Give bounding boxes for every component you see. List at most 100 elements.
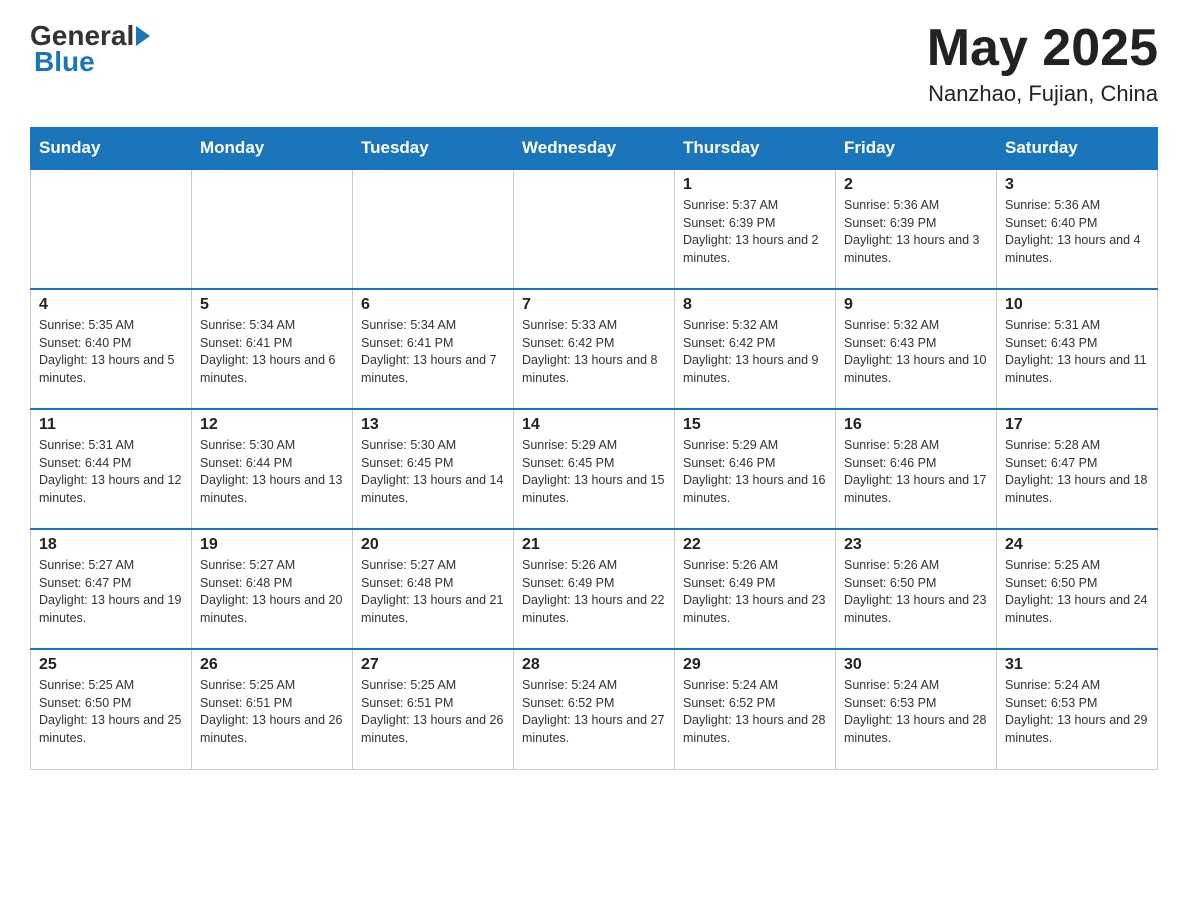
day-info: Sunrise: 5:28 AM Sunset: 6:46 PM Dayligh…	[844, 437, 988, 507]
day-number: 21	[522, 536, 666, 554]
location-subtitle: Nanzhao, Fujian, China	[927, 81, 1158, 107]
calendar-cell: 25 Sunrise: 5:25 AM Sunset: 6:50 PM Dayli…	[31, 649, 192, 769]
day-info: Sunrise: 5:27 AM Sunset: 6:48 PM Dayligh…	[200, 557, 344, 627]
calendar-cell: 18 Sunrise: 5:27 AM Sunset: 6:47 PM Dayli…	[31, 529, 192, 649]
day-info: Sunrise: 5:25 AM Sunset: 6:51 PM Dayligh…	[200, 677, 344, 747]
calendar-week-row: 25 Sunrise: 5:25 AM Sunset: 6:50 PM Dayli…	[31, 649, 1158, 769]
day-number: 18	[39, 536, 183, 554]
calendar-header: SundayMondayTuesdayWednesdayThursdayFrid…	[31, 128, 1158, 170]
logo: General Blue	[30, 20, 152, 78]
calendar-cell: 1 Sunrise: 5:37 AM Sunset: 6:39 PM Daylig…	[675, 169, 836, 289]
calendar-week-row: 4Sunrise: 5:35 AM Sunset: 6:40 PM Daylig…	[31, 289, 1158, 409]
day-info: Sunrise: 5:24 AM Sunset: 6:53 PM Dayligh…	[844, 677, 988, 747]
day-info: Sunrise: 5:36 AM Sunset: 6:39 PM Dayligh…	[844, 197, 988, 267]
day-info: Sunrise: 5:31 AM Sunset: 6:44 PM Dayligh…	[39, 437, 183, 507]
calendar-cell: 3 Sunrise: 5:36 AM Sunset: 6:40 PM Daylig…	[997, 169, 1158, 289]
day-number: 17	[1005, 416, 1149, 434]
day-number: 10	[1005, 296, 1149, 314]
header-cell-thursday: Thursday	[675, 128, 836, 170]
day-info: Sunrise: 5:26 AM Sunset: 6:49 PM Dayligh…	[522, 557, 666, 627]
day-number: 25	[39, 656, 183, 674]
day-info: Sunrise: 5:29 AM Sunset: 6:46 PM Dayligh…	[683, 437, 827, 507]
calendar-cell: 27 Sunrise: 5:25 AM Sunset: 6:51 PM Dayli…	[353, 649, 514, 769]
day-info: Sunrise: 5:24 AM Sunset: 6:52 PM Dayligh…	[522, 677, 666, 747]
day-number: 26	[200, 656, 344, 674]
calendar-body: 1 Sunrise: 5:37 AM Sunset: 6:39 PM Daylig…	[31, 169, 1158, 769]
header-cell-sunday: Sunday	[31, 128, 192, 170]
day-number: 23	[844, 536, 988, 554]
calendar-cell: 9Sunrise: 5:32 AM Sunset: 6:43 PM Daylig…	[836, 289, 997, 409]
calendar-week-row: 11 Sunrise: 5:31 AM Sunset: 6:44 PM Dayli…	[31, 409, 1158, 529]
header-cell-saturday: Saturday	[997, 128, 1158, 170]
calendar-cell: 20Sunrise: 5:27 AM Sunset: 6:48 PM Dayli…	[353, 529, 514, 649]
calendar-cell: 2 Sunrise: 5:36 AM Sunset: 6:39 PM Daylig…	[836, 169, 997, 289]
calendar-cell: 11 Sunrise: 5:31 AM Sunset: 6:44 PM Dayli…	[31, 409, 192, 529]
day-info: Sunrise: 5:25 AM Sunset: 6:50 PM Dayligh…	[1005, 557, 1149, 627]
day-number: 3	[1005, 176, 1149, 194]
day-number: 19	[200, 536, 344, 554]
day-info: Sunrise: 5:24 AM Sunset: 6:53 PM Dayligh…	[1005, 677, 1149, 747]
day-number: 1	[683, 176, 827, 194]
calendar-cell: 15 Sunrise: 5:29 AM Sunset: 6:46 PM Dayli…	[675, 409, 836, 529]
day-info: Sunrise: 5:36 AM Sunset: 6:40 PM Dayligh…	[1005, 197, 1149, 267]
header-cell-wednesday: Wednesday	[514, 128, 675, 170]
day-info: Sunrise: 5:30 AM Sunset: 6:44 PM Dayligh…	[200, 437, 344, 507]
day-info: Sunrise: 5:32 AM Sunset: 6:42 PM Dayligh…	[683, 317, 827, 387]
calendar-cell: 29 Sunrise: 5:24 AM Sunset: 6:52 PM Dayli…	[675, 649, 836, 769]
calendar-cell	[192, 169, 353, 289]
day-number: 7	[522, 296, 666, 314]
day-number: 11	[39, 416, 183, 434]
calendar-cell	[31, 169, 192, 289]
header-cell-friday: Friday	[836, 128, 997, 170]
day-number: 2	[844, 176, 988, 194]
day-number: 22	[683, 536, 827, 554]
page-header: General Blue May 2025 Nanzhao, Fujian, C…	[30, 20, 1158, 107]
day-number: 15	[683, 416, 827, 434]
day-info: Sunrise: 5:24 AM Sunset: 6:52 PM Dayligh…	[683, 677, 827, 747]
calendar-cell	[514, 169, 675, 289]
calendar-cell: 19 Sunrise: 5:27 AM Sunset: 6:48 PM Dayli…	[192, 529, 353, 649]
day-number: 5	[200, 296, 344, 314]
day-number: 14	[522, 416, 666, 434]
calendar-cell: 4Sunrise: 5:35 AM Sunset: 6:40 PM Daylig…	[31, 289, 192, 409]
day-info: Sunrise: 5:34 AM Sunset: 6:41 PM Dayligh…	[200, 317, 344, 387]
day-info: Sunrise: 5:35 AM Sunset: 6:40 PM Dayligh…	[39, 317, 183, 387]
calendar-cell: 10Sunrise: 5:31 AM Sunset: 6:43 PM Dayli…	[997, 289, 1158, 409]
calendar-cell: 12 Sunrise: 5:30 AM Sunset: 6:44 PM Dayli…	[192, 409, 353, 529]
day-info: Sunrise: 5:29 AM Sunset: 6:45 PM Dayligh…	[522, 437, 666, 507]
day-number: 29	[683, 656, 827, 674]
calendar-cell: 23 Sunrise: 5:26 AM Sunset: 6:50 PM Dayli…	[836, 529, 997, 649]
day-info: Sunrise: 5:27 AM Sunset: 6:47 PM Dayligh…	[39, 557, 183, 627]
logo-blue: Blue	[34, 46, 95, 78]
calendar-cell: 5 Sunrise: 5:34 AM Sunset: 6:41 PM Daylig…	[192, 289, 353, 409]
calendar-cell: 22Sunrise: 5:26 AM Sunset: 6:49 PM Dayli…	[675, 529, 836, 649]
day-info: Sunrise: 5:37 AM Sunset: 6:39 PM Dayligh…	[683, 197, 827, 267]
day-number: 6	[361, 296, 505, 314]
calendar-cell: 16 Sunrise: 5:28 AM Sunset: 6:46 PM Dayli…	[836, 409, 997, 529]
calendar-week-row: 18 Sunrise: 5:27 AM Sunset: 6:47 PM Dayli…	[31, 529, 1158, 649]
day-number: 28	[522, 656, 666, 674]
day-number: 8	[683, 296, 827, 314]
day-number: 13	[361, 416, 505, 434]
day-number: 12	[200, 416, 344, 434]
day-number: 16	[844, 416, 988, 434]
day-number: 9	[844, 296, 988, 314]
day-info: Sunrise: 5:25 AM Sunset: 6:50 PM Dayligh…	[39, 677, 183, 747]
header-cell-tuesday: Tuesday	[353, 128, 514, 170]
calendar-cell: 24Sunrise: 5:25 AM Sunset: 6:50 PM Dayli…	[997, 529, 1158, 649]
day-number: 27	[361, 656, 505, 674]
day-info: Sunrise: 5:26 AM Sunset: 6:50 PM Dayligh…	[844, 557, 988, 627]
calendar-cell: 31Sunrise: 5:24 AM Sunset: 6:53 PM Dayli…	[997, 649, 1158, 769]
header-row: SundayMondayTuesdayWednesdayThursdayFrid…	[31, 128, 1158, 170]
calendar-cell: 14 Sunrise: 5:29 AM Sunset: 6:45 PM Dayli…	[514, 409, 675, 529]
header-cell-monday: Monday	[192, 128, 353, 170]
logo-arrow-icon	[136, 26, 150, 46]
calendar-cell: 30Sunrise: 5:24 AM Sunset: 6:53 PM Dayli…	[836, 649, 997, 769]
calendar-cell: 17Sunrise: 5:28 AM Sunset: 6:47 PM Dayli…	[997, 409, 1158, 529]
calendar-cell: 28 Sunrise: 5:24 AM Sunset: 6:52 PM Dayli…	[514, 649, 675, 769]
calendar-table: SundayMondayTuesdayWednesdayThursdayFrid…	[30, 127, 1158, 770]
day-info: Sunrise: 5:33 AM Sunset: 6:42 PM Dayligh…	[522, 317, 666, 387]
day-info: Sunrise: 5:34 AM Sunset: 6:41 PM Dayligh…	[361, 317, 505, 387]
month-year-title: May 2025	[927, 20, 1158, 77]
day-info: Sunrise: 5:25 AM Sunset: 6:51 PM Dayligh…	[361, 677, 505, 747]
